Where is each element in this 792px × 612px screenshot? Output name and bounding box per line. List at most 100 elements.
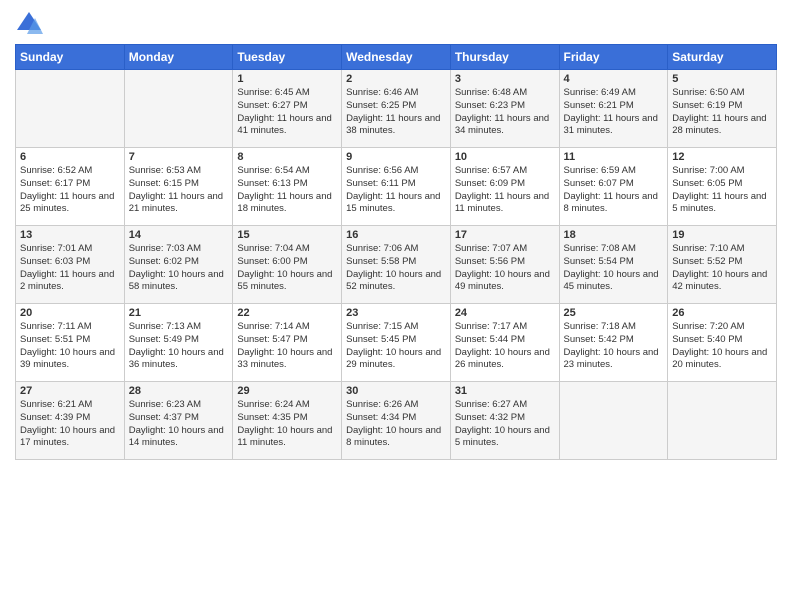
day-cell: 8 Sunrise: 6:54 AM Sunset: 6:13 PM Daylig… [233, 148, 342, 226]
col-header-thursday: Thursday [450, 45, 559, 70]
day-content: Sunrise: 6:54 AM Sunset: 6:13 PM Dayligh… [237, 165, 337, 216]
day-cell [124, 70, 233, 148]
day-content: Sunrise: 6:48 AM Sunset: 6:23 PM Dayligh… [455, 87, 555, 138]
day-number: 30 [346, 385, 446, 397]
day-number: 13 [20, 229, 120, 241]
day-cell: 16 Sunrise: 7:06 AM Sunset: 5:58 PM Dayli… [342, 226, 451, 304]
day-content: Sunrise: 6:26 AM Sunset: 4:34 PM Dayligh… [346, 399, 446, 450]
day-number: 15 [237, 229, 337, 241]
col-header-friday: Friday [559, 45, 668, 70]
day-number: 19 [672, 229, 772, 241]
day-cell: 27 Sunrise: 6:21 AM Sunset: 4:39 PM Dayli… [16, 382, 125, 460]
day-cell: 19 Sunrise: 7:10 AM Sunset: 5:52 PM Dayli… [668, 226, 777, 304]
day-cell: 17 Sunrise: 7:07 AM Sunset: 5:56 PM Dayli… [450, 226, 559, 304]
day-cell: 10 Sunrise: 6:57 AM Sunset: 6:09 PM Dayli… [450, 148, 559, 226]
day-content: Sunrise: 7:07 AM Sunset: 5:56 PM Dayligh… [455, 243, 555, 294]
day-content: Sunrise: 7:15 AM Sunset: 5:45 PM Dayligh… [346, 321, 446, 372]
day-number: 9 [346, 151, 446, 163]
day-content: Sunrise: 6:27 AM Sunset: 4:32 PM Dayligh… [455, 399, 555, 450]
day-content: Sunrise: 6:24 AM Sunset: 4:35 PM Dayligh… [237, 399, 337, 450]
day-number: 23 [346, 307, 446, 319]
day-cell: 29 Sunrise: 6:24 AM Sunset: 4:35 PM Dayli… [233, 382, 342, 460]
day-number: 18 [564, 229, 664, 241]
day-number: 22 [237, 307, 337, 319]
day-cell [668, 382, 777, 460]
day-cell: 31 Sunrise: 6:27 AM Sunset: 4:32 PM Dayli… [450, 382, 559, 460]
day-content: Sunrise: 6:49 AM Sunset: 6:21 PM Dayligh… [564, 87, 664, 138]
day-number: 28 [129, 385, 229, 397]
col-header-monday: Monday [124, 45, 233, 70]
week-row-5: 27 Sunrise: 6:21 AM Sunset: 4:39 PM Dayli… [16, 382, 777, 460]
day-content: Sunrise: 6:23 AM Sunset: 4:37 PM Dayligh… [129, 399, 229, 450]
col-header-wednesday: Wednesday [342, 45, 451, 70]
day-content: Sunrise: 6:46 AM Sunset: 6:25 PM Dayligh… [346, 87, 446, 138]
day-number: 7 [129, 151, 229, 163]
day-number: 29 [237, 385, 337, 397]
day-content: Sunrise: 6:56 AM Sunset: 6:11 PM Dayligh… [346, 165, 446, 216]
day-content: Sunrise: 7:20 AM Sunset: 5:40 PM Dayligh… [672, 321, 772, 372]
day-cell [559, 382, 668, 460]
day-cell: 18Sunrise: 7:08 AM Sunset: 5:54 PM Dayli… [559, 226, 668, 304]
day-number: 8 [237, 151, 337, 163]
day-content: Sunrise: 7:14 AM Sunset: 5:47 PM Dayligh… [237, 321, 337, 372]
day-cell: 15 Sunrise: 7:04 AM Sunset: 6:00 PM Dayli… [233, 226, 342, 304]
day-content: Sunrise: 7:04 AM Sunset: 6:00 PM Dayligh… [237, 243, 337, 294]
day-number: 31 [455, 385, 555, 397]
day-cell: 12Sunrise: 7:00 AM Sunset: 6:05 PM Dayli… [668, 148, 777, 226]
day-number: 4 [564, 73, 664, 85]
day-cell: 24 Sunrise: 7:17 AM Sunset: 5:44 PM Dayli… [450, 304, 559, 382]
day-cell: 3 Sunrise: 6:48 AM Sunset: 6:23 PM Daylig… [450, 70, 559, 148]
day-number: 25 [564, 307, 664, 319]
page: SundayMondayTuesdayWednesdayThursdayFrid… [0, 0, 792, 612]
day-content: Sunrise: 6:21 AM Sunset: 4:39 PM Dayligh… [20, 399, 120, 450]
day-cell: 13 Sunrise: 7:01 AM Sunset: 6:03 PM Dayli… [16, 226, 125, 304]
day-number: 1 [237, 73, 337, 85]
day-cell: 30 Sunrise: 6:26 AM Sunset: 4:34 PM Dayli… [342, 382, 451, 460]
day-number: 10 [455, 151, 555, 163]
week-row-4: 20 Sunrise: 7:11 AM Sunset: 5:51 PM Dayli… [16, 304, 777, 382]
col-header-saturday: Saturday [668, 45, 777, 70]
day-cell: 5Sunrise: 6:50 AM Sunset: 6:19 PM Daylig… [668, 70, 777, 148]
day-number: 6 [20, 151, 120, 163]
day-number: 14 [129, 229, 229, 241]
day-number: 24 [455, 307, 555, 319]
day-cell: 21 Sunrise: 7:13 AM Sunset: 5:49 PM Dayli… [124, 304, 233, 382]
day-content: Sunrise: 7:01 AM Sunset: 6:03 PM Dayligh… [20, 243, 120, 294]
day-content: Sunrise: 6:45 AM Sunset: 6:27 PM Dayligh… [237, 87, 337, 138]
day-content: Sunrise: 7:10 AM Sunset: 5:52 PM Dayligh… [672, 243, 772, 294]
week-row-2: 6Sunrise: 6:52 AM Sunset: 6:17 PM Daylig… [16, 148, 777, 226]
day-cell [16, 70, 125, 148]
day-number: 21 [129, 307, 229, 319]
day-content: Sunrise: 6:57 AM Sunset: 6:09 PM Dayligh… [455, 165, 555, 216]
day-content: Sunrise: 7:06 AM Sunset: 5:58 PM Dayligh… [346, 243, 446, 294]
week-row-3: 13 Sunrise: 7:01 AM Sunset: 6:03 PM Dayli… [16, 226, 777, 304]
day-number: 17 [455, 229, 555, 241]
day-number: 16 [346, 229, 446, 241]
day-cell: 14 Sunrise: 7:03 AM Sunset: 6:02 PM Dayli… [124, 226, 233, 304]
day-number: 20 [20, 307, 120, 319]
day-number: 5 [672, 73, 772, 85]
day-cell: 28 Sunrise: 6:23 AM Sunset: 4:37 PM Dayli… [124, 382, 233, 460]
day-number: 2 [346, 73, 446, 85]
col-header-tuesday: Tuesday [233, 45, 342, 70]
day-content: Sunrise: 6:59 AM Sunset: 6:07 PM Dayligh… [564, 165, 664, 216]
day-content: Sunrise: 7:13 AM Sunset: 5:49 PM Dayligh… [129, 321, 229, 372]
calendar-table: SundayMondayTuesdayWednesdayThursdayFrid… [15, 44, 777, 460]
day-cell: 22 Sunrise: 7:14 AM Sunset: 5:47 PM Dayli… [233, 304, 342, 382]
day-cell: 11 Sunrise: 6:59 AM Sunset: 6:07 PM Dayli… [559, 148, 668, 226]
day-cell: 6Sunrise: 6:52 AM Sunset: 6:17 PM Daylig… [16, 148, 125, 226]
day-content: Sunrise: 7:03 AM Sunset: 6:02 PM Dayligh… [129, 243, 229, 294]
day-cell: 23 Sunrise: 7:15 AM Sunset: 5:45 PM Dayli… [342, 304, 451, 382]
day-content: Sunrise: 7:11 AM Sunset: 5:51 PM Dayligh… [20, 321, 120, 372]
logo [15, 10, 47, 38]
day-number: 12 [672, 151, 772, 163]
day-number: 11 [564, 151, 664, 163]
col-header-sunday: Sunday [16, 45, 125, 70]
day-content: Sunrise: 6:53 AM Sunset: 6:15 PM Dayligh… [129, 165, 229, 216]
day-content: Sunrise: 7:17 AM Sunset: 5:44 PM Dayligh… [455, 321, 555, 372]
day-cell: 1 Sunrise: 6:45 AM Sunset: 6:27 PM Daylig… [233, 70, 342, 148]
day-number: 3 [455, 73, 555, 85]
day-number: 27 [20, 385, 120, 397]
day-cell: 4 Sunrise: 6:49 AM Sunset: 6:21 PM Daylig… [559, 70, 668, 148]
day-cell: 2 Sunrise: 6:46 AM Sunset: 6:25 PM Daylig… [342, 70, 451, 148]
